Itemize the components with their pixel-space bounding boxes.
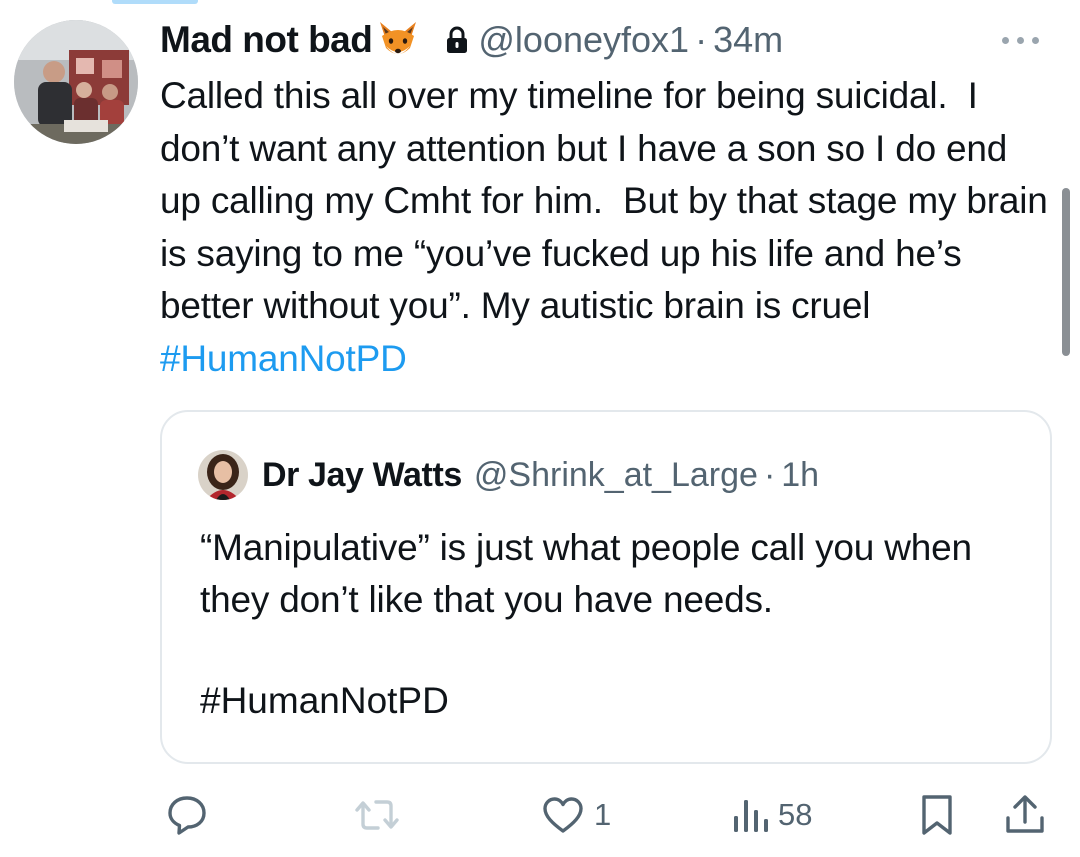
bookmark-icon [922, 795, 952, 835]
more-dot-icon [1031, 36, 1039, 44]
views-count: 58 [778, 797, 813, 832]
like-button[interactable]: 1 [540, 785, 611, 845]
post-hashtag-link[interactable]: #HumanNotPD [160, 338, 407, 379]
post-text: Called this all over my timeline for bei… [160, 70, 1050, 385]
lock-icon [447, 26, 468, 53]
quoted-author-display-name[interactable]: Dr Jay Watts [262, 456, 462, 495]
reply-button[interactable] [164, 785, 218, 845]
post-timestamp[interactable]: 34m [713, 19, 783, 61]
quoted-post-text: “Manipulative” is just what people call … [200, 527, 983, 620]
fox-face-emoji-icon [380, 22, 417, 54]
quoted-header-separator: · [763, 455, 776, 494]
repost-icon [355, 800, 399, 830]
share-button[interactable] [1002, 785, 1048, 845]
post-body-text: Called this all over my timeline for bei… [160, 75, 1058, 326]
author-avatar[interactable] [14, 20, 138, 144]
heart-icon [543, 797, 583, 833]
author-display-name[interactable]: Mad not bad [160, 19, 373, 61]
quoted-post-header: Dr Jay Watts @Shrink_at_Large · 1h [262, 450, 819, 500]
like-count: 1 [594, 797, 612, 832]
post-header: Mad not bad @looneyfox1 · 34m [160, 14, 783, 66]
quoted-post-card[interactable]: Dr Jay Watts @Shrink_at_Large · 1h “Mani… [160, 410, 1052, 764]
quoted-post-timestamp[interactable]: 1h [781, 456, 819, 495]
reply-bubble-icon [168, 796, 206, 835]
bookmark-button[interactable] [914, 785, 960, 845]
more-dot-icon [1016, 36, 1024, 44]
more-options-button[interactable] [988, 26, 1052, 54]
quoted-author-avatar[interactable] [198, 450, 248, 500]
post-action-bar: 1 58 [0, 785, 1080, 845]
share-upload-icon [1006, 795, 1044, 833]
quoted-author-handle[interactable]: @Shrink_at_Large [474, 456, 758, 495]
views-button[interactable]: 58 [730, 785, 812, 845]
scrollbar-thumb[interactable] [1062, 188, 1070, 356]
more-dot-icon [1001, 36, 1009, 44]
repost-button[interactable] [354, 785, 408, 845]
views-chart-icon [734, 800, 768, 832]
avatar-photo [14, 20, 138, 144]
quoted-avatar-photo [198, 450, 248, 500]
author-handle[interactable]: @looneyfox1 [478, 19, 689, 61]
top-accent-bar [112, 0, 198, 4]
header-separator: · [695, 19, 708, 60]
quoted-post-hashtag[interactable]: #HumanNotPD [200, 680, 449, 722]
